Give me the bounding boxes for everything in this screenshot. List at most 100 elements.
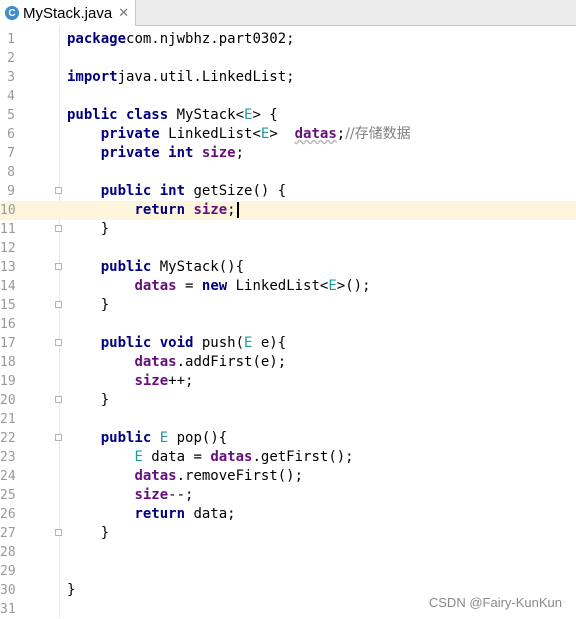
code-content: datas.removeFirst(); (67, 467, 303, 486)
code-line[interactable]: 21 (0, 410, 576, 429)
line-number: 7 (7, 146, 15, 161)
code-line[interactable]: 1 packagecom.njwbhz.part0302; (0, 30, 576, 49)
fold-marker-icon[interactable] (55, 263, 62, 270)
file-tab-label: MyStack.java (23, 4, 113, 22)
close-icon[interactable]: ✕ (118, 6, 129, 21)
code-line[interactable]: 8 (0, 163, 576, 182)
code-line[interactable]: 5 public class MyStack<E> { (0, 106, 576, 125)
code-line[interactable]: 13 public MyStack(){ (0, 258, 576, 277)
code-keyword: package (67, 31, 127, 47)
line-number: 3 (7, 70, 15, 85)
fold-marker-icon[interactable] (55, 187, 62, 194)
fold-marker-icon[interactable] (55, 339, 62, 346)
code-line[interactable]: 2 (0, 49, 576, 68)
fold-marker-icon[interactable] (55, 225, 62, 232)
code-text: data; (185, 506, 236, 522)
line-number: 11 (0, 222, 16, 237)
line-number: 30 (0, 583, 16, 598)
code-content: } (67, 391, 109, 410)
code-line[interactable]: 17 public void push(E e){ (0, 334, 576, 353)
code-keyword: import (67, 69, 118, 85)
code-keyword: public int (100, 183, 186, 199)
code-line[interactable]: 29 (0, 562, 576, 581)
line-number: 17 (0, 336, 16, 351)
code-keyword: public (100, 430, 152, 446)
code-text: --; (168, 487, 194, 503)
code-line[interactable]: 7 private int size; (0, 144, 576, 163)
code-line[interactable]: 18 datas.addFirst(e); (0, 353, 576, 372)
code-field: datas (134, 278, 177, 294)
fold-marker-icon[interactable] (55, 529, 62, 536)
code-line[interactable]: 6 private LinkedList<E> datas;//存储数据 (0, 125, 576, 144)
code-content: public MyStack(){ (67, 258, 244, 277)
code-line[interactable]: 15 } (0, 296, 576, 315)
code-line[interactable]: 10 return size; (0, 201, 576, 220)
code-text: } (67, 221, 110, 237)
code-line[interactable]: 3 importjava.util.LinkedList; (0, 68, 576, 87)
code-line[interactable]: 19 size++; (0, 372, 576, 391)
code-text: > (269, 126, 295, 142)
code-line[interactable]: 4 (0, 87, 576, 106)
code-keyword: return (134, 506, 186, 522)
code-line[interactable]: 16 (0, 315, 576, 334)
code-keyword: private (100, 126, 160, 142)
code-text: getSize() { (185, 183, 287, 199)
code-editor[interactable]: 1 packagecom.njwbhz.part0302; 2 3 importjava… (0, 30, 576, 619)
code-content: private int size; (67, 144, 244, 163)
code-line[interactable]: 25 size--; (0, 486, 576, 505)
fold-marker-icon[interactable] (55, 396, 62, 403)
file-tab[interactable]: C MyStack.java ✕ (0, 0, 136, 26)
code-text: .getFirst(); (252, 449, 354, 465)
code-content: packagecom.njwbhz.part0302; (67, 30, 295, 49)
code-type-param: E (159, 430, 169, 446)
code-keyword: return (134, 202, 186, 218)
code-text: } (67, 297, 110, 313)
line-number: 22 (0, 431, 16, 446)
code-line[interactable]: 20 } (0, 391, 576, 410)
code-field: size (134, 373, 169, 389)
code-text: push( (193, 335, 245, 351)
code-field: datas (134, 468, 177, 484)
code-keyword: public void (100, 335, 194, 351)
code-type-param: E (134, 449, 143, 465)
code-text: } (67, 392, 110, 408)
code-line[interactable]: 24 datas.removeFirst(); (0, 467, 576, 486)
line-number: 15 (0, 298, 16, 313)
line-number: 26 (0, 507, 16, 522)
code-content: size++; (67, 372, 193, 391)
line-number: 27 (0, 526, 16, 541)
code-text: MyStack(){ (151, 259, 245, 275)
line-number: 24 (0, 469, 16, 484)
fold-marker-icon[interactable] (55, 434, 62, 441)
code-line[interactable]: 14 datas = new LinkedList<E>(); (0, 277, 576, 296)
code-type-param: E (328, 278, 337, 294)
code-field: size (201, 145, 236, 161)
code-text: > { (252, 107, 278, 123)
code-text: ++; (168, 373, 194, 389)
code-line[interactable]: 22 public E pop(){ (0, 429, 576, 448)
code-content: public E pop(){ (67, 429, 227, 448)
code-text: ; (235, 145, 245, 161)
code-line[interactable]: 11 } (0, 220, 576, 239)
code-keyword: public (100, 259, 152, 275)
code-line[interactable]: 12 (0, 239, 576, 258)
code-line[interactable]: 27 } (0, 524, 576, 543)
code-field: size (193, 202, 228, 218)
code-text: LinkedList< (227, 278, 329, 294)
code-text: data = (142, 449, 211, 465)
code-line[interactable]: 26 return data; (0, 505, 576, 524)
code-line[interactable]: 28 (0, 543, 576, 562)
code-text: LinkedList< (159, 126, 261, 142)
fold-marker-icon[interactable] (55, 301, 62, 308)
code-line[interactable]: 23 E data = datas.getFirst(); (0, 448, 576, 467)
code-line[interactable]: 9 public int getSize() { (0, 182, 576, 201)
line-number: 2 (7, 51, 15, 66)
code-text: >(); (336, 278, 371, 294)
